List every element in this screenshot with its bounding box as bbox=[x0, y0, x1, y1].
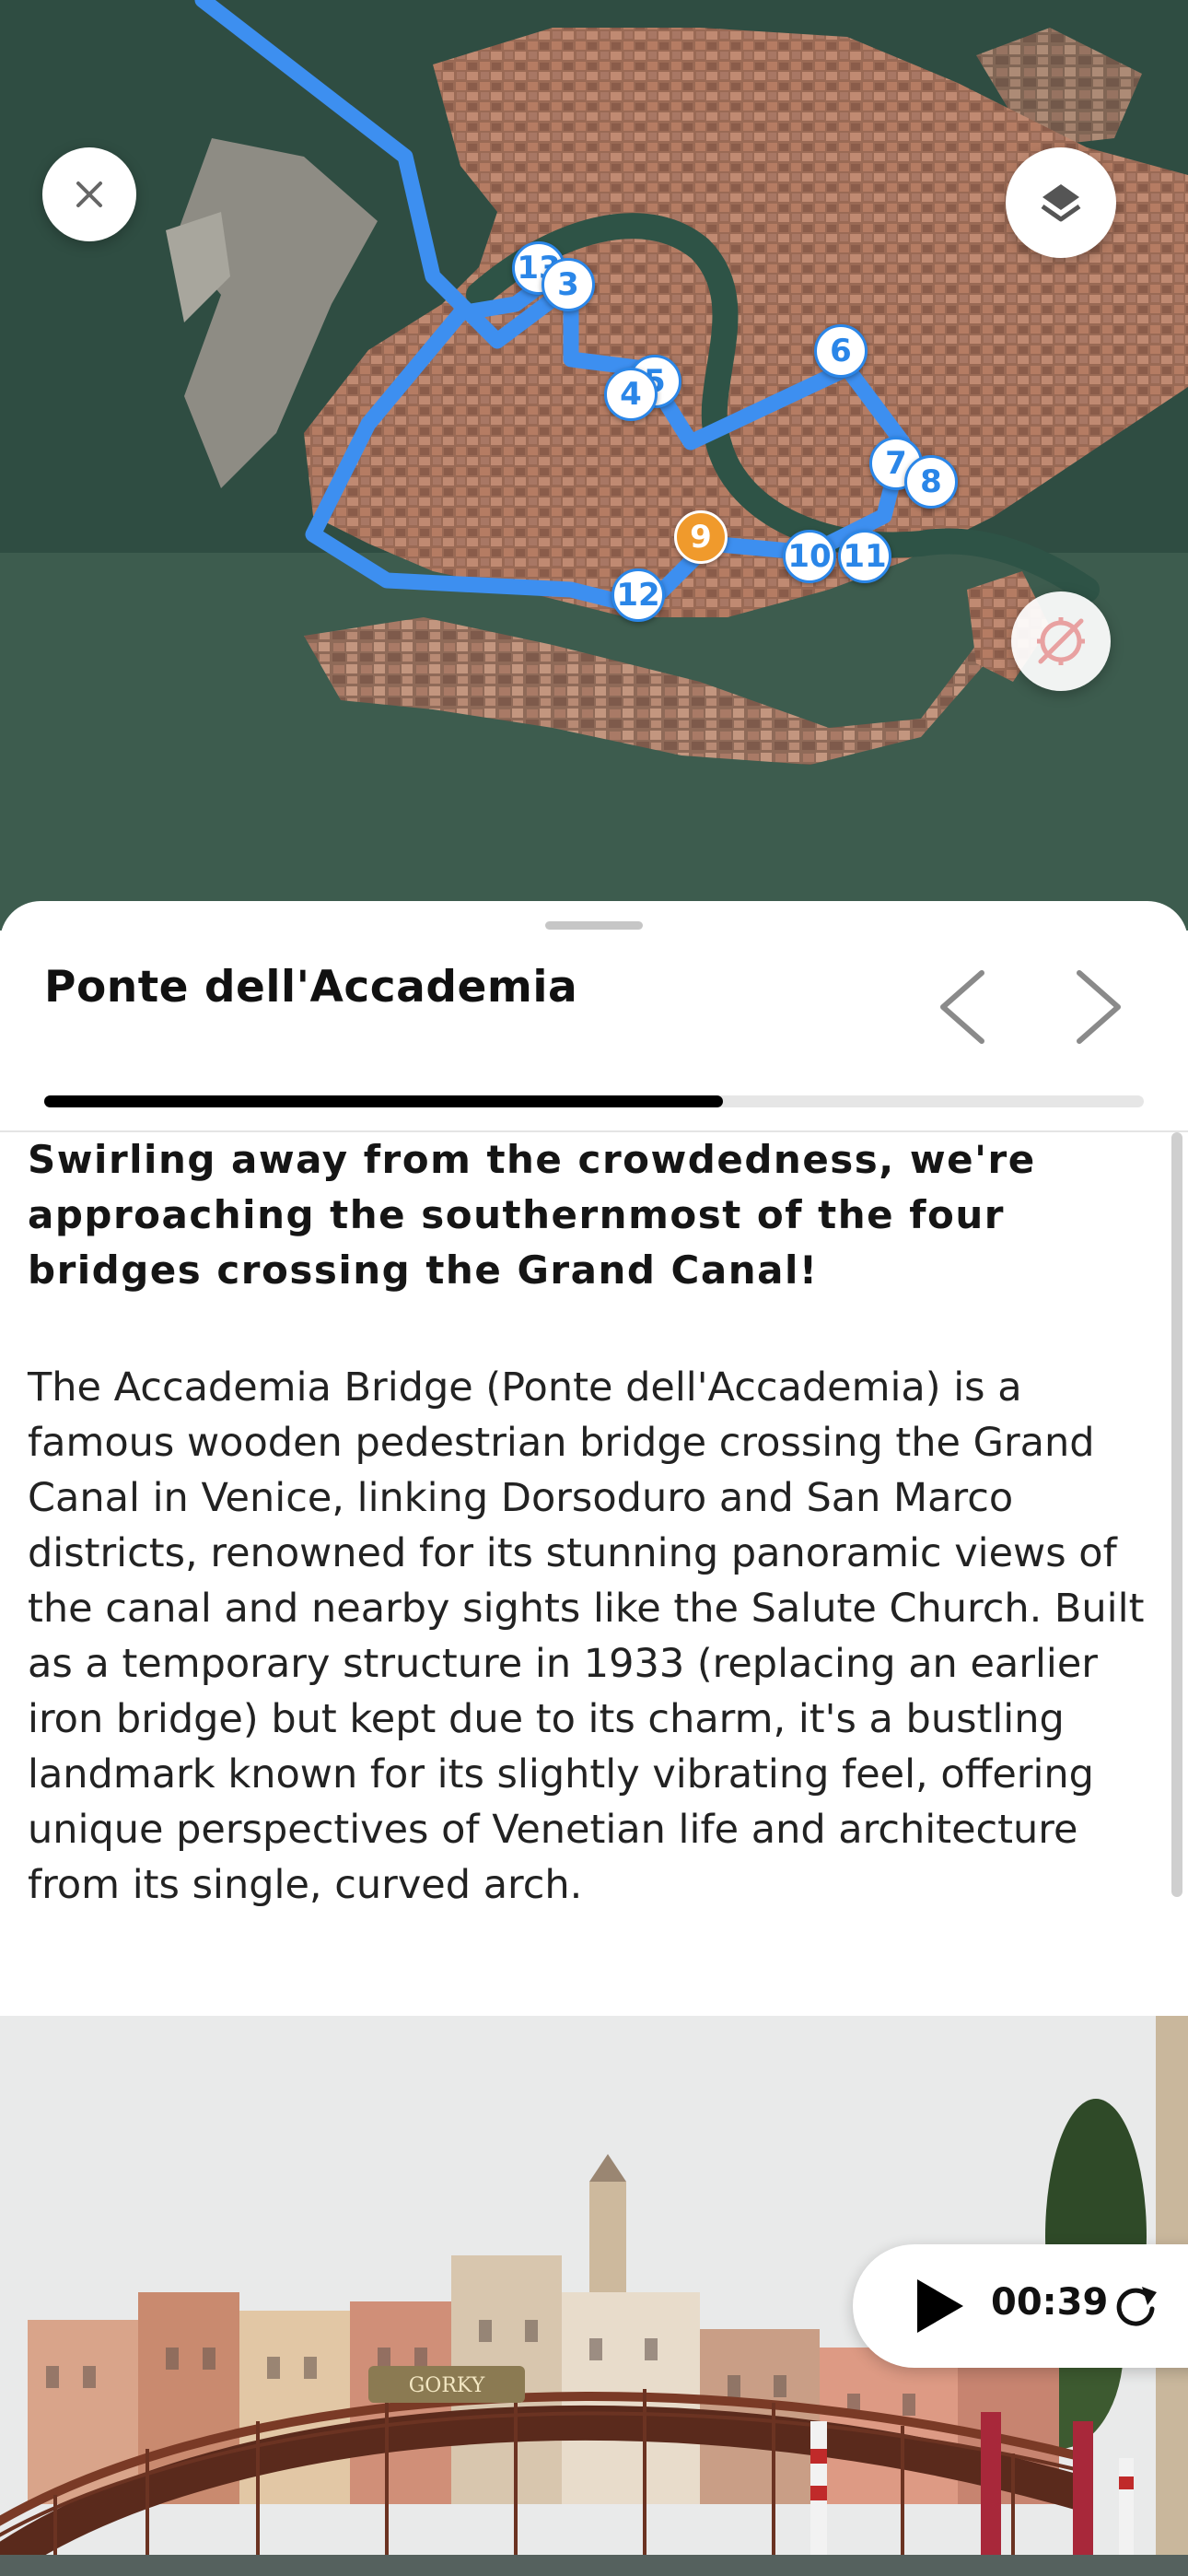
compass-off-icon bbox=[1037, 617, 1085, 665]
layers-icon bbox=[1041, 184, 1081, 222]
location-tracking-button[interactable] bbox=[1011, 591, 1111, 691]
route-marker[interactable]: 4 bbox=[604, 368, 658, 421]
tour-progress-fill bbox=[44, 1095, 723, 1107]
route-marker[interactable]: 8 bbox=[904, 455, 958, 509]
stop-intro-text: Swirling away from the crowdedness, we'r… bbox=[28, 1137, 1036, 1293]
route-marker[interactable]: 11 bbox=[838, 530, 891, 583]
chevron-left-icon bbox=[940, 970, 984, 1044]
scrollbar[interactable] bbox=[1171, 1132, 1182, 1897]
route-marker-current[interactable]: 9 bbox=[674, 510, 728, 564]
replay-button[interactable] bbox=[1109, 2279, 1162, 2333]
chevron-right-icon bbox=[1077, 970, 1121, 1044]
stop-title: Ponte dell'Accademia bbox=[44, 962, 578, 1013]
stop-description-text: The Accademia Bridge (Ponte dell'Accadem… bbox=[28, 1364, 1145, 1908]
tour-progress-bar bbox=[44, 1095, 1144, 1107]
map-view[interactable]: 13 3 5 4 6 7 8 9 10 11 12 bbox=[0, 0, 1188, 931]
play-button[interactable] bbox=[908, 2276, 969, 2336]
map-layers-button[interactable] bbox=[1006, 147, 1116, 258]
stop-content[interactable]: Swirling away from the crowdedness, we'r… bbox=[0, 1132, 1188, 1996]
satellite-map bbox=[0, 0, 1188, 931]
next-stop-button[interactable] bbox=[1066, 967, 1131, 1047]
previous-stop-button[interactable] bbox=[930, 967, 995, 1047]
replay-icon bbox=[1116, 2287, 1157, 2326]
route-marker[interactable]: 10 bbox=[783, 530, 836, 583]
audio-player: 00:39 bbox=[853, 2244, 1188, 2368]
play-icon bbox=[917, 2279, 963, 2333]
audio-time: 00:39 bbox=[991, 2281, 1109, 2324]
route-marker[interactable]: 6 bbox=[814, 324, 868, 378]
route-marker[interactable]: 12 bbox=[611, 568, 665, 622]
bridge-sign-text: GORKY bbox=[409, 2374, 485, 2397]
route-marker[interactable]: 3 bbox=[542, 258, 595, 311]
close-button[interactable] bbox=[42, 147, 136, 241]
close-icon bbox=[76, 181, 102, 207]
sheet-drag-handle[interactable] bbox=[545, 921, 643, 930]
